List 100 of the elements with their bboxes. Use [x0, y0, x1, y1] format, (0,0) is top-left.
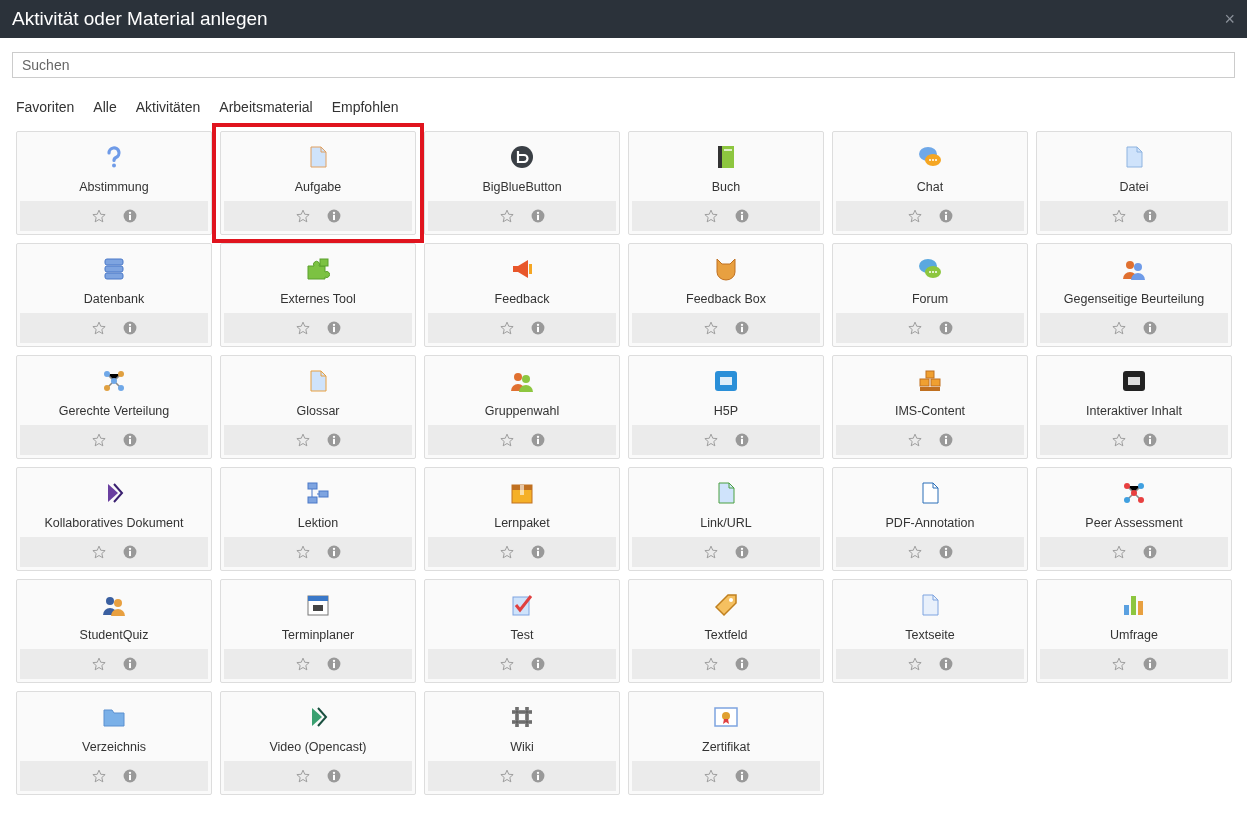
- info-icon[interactable]: [1142, 433, 1157, 447]
- star-icon[interactable]: [91, 545, 106, 559]
- module-card[interactable]: Textseite: [832, 579, 1028, 683]
- info-icon[interactable]: [734, 433, 749, 447]
- star-icon[interactable]: [703, 769, 718, 783]
- module-card[interactable]: Datei: [1036, 131, 1232, 235]
- star-icon[interactable]: [499, 657, 514, 671]
- module-card[interactable]: Lektion: [220, 467, 416, 571]
- module-card[interactable]: Abstimmung: [16, 131, 212, 235]
- module-card[interactable]: Gruppenwahl: [424, 355, 620, 459]
- star-icon[interactable]: [91, 433, 106, 447]
- module-card[interactable]: Glossar: [220, 355, 416, 459]
- star-icon[interactable]: [91, 321, 106, 335]
- module-card[interactable]: Aufgabe: [220, 131, 416, 235]
- info-icon[interactable]: [938, 545, 953, 559]
- star-icon[interactable]: [907, 545, 922, 559]
- info-icon[interactable]: [326, 545, 341, 559]
- info-icon[interactable]: [530, 657, 545, 671]
- info-icon[interactable]: [734, 657, 749, 671]
- star-icon[interactable]: [907, 321, 922, 335]
- star-icon[interactable]: [295, 321, 310, 335]
- info-icon[interactable]: [530, 545, 545, 559]
- star-icon[interactable]: [703, 433, 718, 447]
- info-icon[interactable]: [1142, 209, 1157, 223]
- module-card[interactable]: Gerechte Verteilung: [16, 355, 212, 459]
- module-card[interactable]: Chat: [832, 131, 1028, 235]
- star-icon[interactable]: [703, 545, 718, 559]
- star-icon[interactable]: [295, 209, 310, 223]
- info-icon[interactable]: [1142, 321, 1157, 335]
- star-icon[interactable]: [295, 545, 310, 559]
- module-card[interactable]: Datenbank: [16, 243, 212, 347]
- info-icon[interactable]: [326, 657, 341, 671]
- category-tab[interactable]: Arbeitsmaterial: [219, 97, 313, 118]
- star-icon[interactable]: [499, 545, 514, 559]
- star-icon[interactable]: [499, 433, 514, 447]
- info-icon[interactable]: [938, 209, 953, 223]
- star-icon[interactable]: [499, 321, 514, 335]
- info-icon[interactable]: [326, 433, 341, 447]
- module-card[interactable]: Video (Opencast): [220, 691, 416, 795]
- module-card[interactable]: StudentQuiz: [16, 579, 212, 683]
- info-icon[interactable]: [938, 321, 953, 335]
- info-icon[interactable]: [938, 657, 953, 671]
- info-icon[interactable]: [530, 769, 545, 783]
- module-card[interactable]: H5P: [628, 355, 824, 459]
- star-icon[interactable]: [907, 657, 922, 671]
- info-icon[interactable]: [938, 433, 953, 447]
- module-card[interactable]: Kollaboratives Dokument: [16, 467, 212, 571]
- module-card[interactable]: Textfeld: [628, 579, 824, 683]
- info-icon[interactable]: [1142, 545, 1157, 559]
- module-card[interactable]: Feedback Box: [628, 243, 824, 347]
- module-card[interactable]: Lernpaket: [424, 467, 620, 571]
- info-icon[interactable]: [122, 433, 137, 447]
- star-icon[interactable]: [1111, 545, 1126, 559]
- info-icon[interactable]: [734, 769, 749, 783]
- star-icon[interactable]: [1111, 209, 1126, 223]
- module-card[interactable]: Wiki: [424, 691, 620, 795]
- module-card[interactable]: Verzeichnis: [16, 691, 212, 795]
- module-card[interactable]: Link/URL: [628, 467, 824, 571]
- module-card[interactable]: Test: [424, 579, 620, 683]
- module-card[interactable]: Interaktiver Inhalt: [1036, 355, 1232, 459]
- info-icon[interactable]: [122, 545, 137, 559]
- info-icon[interactable]: [122, 657, 137, 671]
- star-icon[interactable]: [907, 433, 922, 447]
- module-card[interactable]: Feedback: [424, 243, 620, 347]
- info-icon[interactable]: [122, 769, 137, 783]
- star-icon[interactable]: [295, 769, 310, 783]
- star-icon[interactable]: [499, 769, 514, 783]
- info-icon[interactable]: [122, 209, 137, 223]
- search-field[interactable]: Suchen: [12, 52, 1235, 78]
- module-card[interactable]: Peer Assessment: [1036, 467, 1232, 571]
- star-icon[interactable]: [1111, 657, 1126, 671]
- category-tab[interactable]: Alle: [93, 97, 117, 118]
- module-card[interactable]: BigBlueButton: [424, 131, 620, 235]
- star-icon[interactable]: [703, 657, 718, 671]
- info-icon[interactable]: [1142, 657, 1157, 671]
- star-icon[interactable]: [91, 769, 106, 783]
- info-icon[interactable]: [734, 209, 749, 223]
- star-icon[interactable]: [1111, 433, 1126, 447]
- star-icon[interactable]: [907, 209, 922, 223]
- info-icon[interactable]: [734, 321, 749, 335]
- star-icon[interactable]: [91, 209, 106, 223]
- star-icon[interactable]: [499, 209, 514, 223]
- star-icon[interactable]: [91, 657, 106, 671]
- info-icon[interactable]: [530, 433, 545, 447]
- module-card[interactable]: Buch: [628, 131, 824, 235]
- star-icon[interactable]: [703, 321, 718, 335]
- module-card[interactable]: Gegenseitige Beurteilung: [1036, 243, 1232, 347]
- module-card[interactable]: Umfrage: [1036, 579, 1232, 683]
- module-card[interactable]: PDF-Annotation: [832, 467, 1028, 571]
- module-card[interactable]: Zertifikat: [628, 691, 824, 795]
- info-icon[interactable]: [326, 769, 341, 783]
- module-card[interactable]: IMS-Content: [832, 355, 1028, 459]
- module-card[interactable]: Terminplaner: [220, 579, 416, 683]
- category-tab[interactable]: Aktivitäten: [135, 97, 201, 118]
- star-icon[interactable]: [703, 209, 718, 223]
- info-icon[interactable]: [326, 209, 341, 223]
- module-card[interactable]: Forum: [832, 243, 1028, 347]
- category-tab[interactable]: Favoriten: [16, 97, 75, 118]
- info-icon[interactable]: [122, 321, 137, 335]
- star-icon[interactable]: [295, 433, 310, 447]
